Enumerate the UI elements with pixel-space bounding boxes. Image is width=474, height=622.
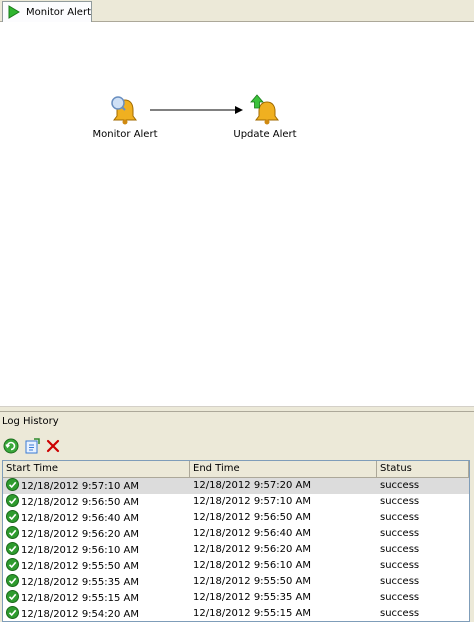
status-cell: success	[380, 544, 420, 555]
table-header: Start Time End Time Status	[3, 461, 469, 478]
table-row[interactable]: 12/18/2012 9:56:40 AM 12/18/2012 9:56:50 …	[3, 510, 469, 526]
workflow-node-monitor-alert[interactable]: Monitor Alert	[85, 94, 165, 140]
log-history-panel: Log History Start Time End Time Status 1…	[0, 412, 474, 622]
end-time-cell: 12/18/2012 9:57:20 AM	[193, 480, 312, 491]
workflow-canvas: Monitor Alert Update Alert	[0, 22, 474, 406]
success-check-icon	[6, 590, 19, 603]
end-time-cell: 12/18/2012 9:55:15 AM	[193, 608, 312, 619]
tab-monitor-alert[interactable]: Monitor Alert	[2, 1, 92, 22]
table-row[interactable]: 12/18/2012 9:56:10 AM 12/18/2012 9:56:20 …	[3, 542, 469, 558]
node-label: Update Alert	[233, 129, 297, 140]
bell-up-arrow-icon	[250, 94, 279, 125]
delete-button[interactable]	[44, 437, 62, 455]
start-time-text: 12/18/2012 9:56:50 AM	[21, 497, 140, 508]
end-time-cell: 12/18/2012 9:56:50 AM	[193, 512, 312, 523]
start-time-cell: 12/18/2012 9:55:50 AM	[3, 558, 190, 574]
tab-strip: Monitor Alert	[0, 0, 474, 22]
start-time-text: 12/18/2012 9:56:10 AM	[21, 545, 140, 556]
status-cell: success	[380, 608, 420, 619]
success-check-icon	[6, 542, 19, 555]
start-time-cell: 12/18/2012 9:55:35 AM	[3, 574, 190, 590]
start-time-text: 12/18/2012 9:55:50 AM	[21, 561, 140, 572]
start-time-cell: 12/18/2012 9:56:20 AM	[3, 526, 190, 542]
bell-magnifier-icon	[111, 96, 137, 125]
end-time-cell: 12/18/2012 9:56:10 AM	[193, 560, 312, 571]
status-cell: success	[380, 480, 420, 491]
column-header-start-time[interactable]: Start Time	[3, 461, 190, 477]
status-cell: success	[380, 560, 420, 571]
column-header-status[interactable]: Status	[377, 461, 469, 477]
table-row[interactable]: 12/18/2012 9:55:50 AM 12/18/2012 9:56:10 …	[3, 558, 469, 574]
success-check-icon	[6, 606, 19, 619]
start-time-text: 12/18/2012 9:55:35 AM	[21, 577, 140, 588]
export-button[interactable]	[23, 437, 41, 455]
refresh-icon	[3, 438, 19, 454]
log-history-title: Log History	[2, 416, 59, 427]
table-row[interactable]: 12/18/2012 9:56:50 AM 12/18/2012 9:57:10 …	[3, 494, 469, 510]
start-time-text: 12/18/2012 9:56:40 AM	[21, 513, 140, 524]
refresh-button[interactable]	[2, 437, 20, 455]
success-check-icon	[6, 574, 19, 587]
start-time-cell: 12/18/2012 9:56:10 AM	[3, 542, 190, 558]
log-toolbar	[2, 436, 62, 456]
status-cell: success	[380, 512, 420, 523]
start-time-text: 12/18/2012 9:57:10 AM	[21, 481, 140, 492]
start-time-text: 12/18/2012 9:55:15 AM	[21, 593, 140, 604]
table-row[interactable]: 12/18/2012 9:54:20 AM 12/18/2012 9:55:15 …	[3, 606, 469, 621]
end-time-cell: 12/18/2012 9:56:20 AM	[193, 544, 312, 555]
success-check-icon	[6, 558, 19, 571]
log-history-table: Start Time End Time Status 12/18/2012 9:…	[2, 460, 470, 622]
start-time-cell: 12/18/2012 9:54:20 AM	[3, 606, 190, 621]
delete-icon	[46, 439, 60, 453]
column-header-end-time[interactable]: End Time	[190, 461, 377, 477]
table-row[interactable]: 12/18/2012 9:55:15 AM 12/18/2012 9:55:35 …	[3, 590, 469, 606]
start-time-cell: 12/18/2012 9:56:40 AM	[3, 510, 190, 526]
success-check-icon	[6, 510, 19, 523]
end-time-cell: 12/18/2012 9:55:50 AM	[193, 576, 312, 587]
end-time-cell: 12/18/2012 9:57:10 AM	[193, 496, 312, 507]
play-arrow-icon	[8, 5, 21, 19]
status-cell: success	[380, 576, 420, 587]
end-time-cell: 12/18/2012 9:55:35 AM	[193, 592, 312, 603]
table-row[interactable]: 12/18/2012 9:56:20 AM 12/18/2012 9:56:40 …	[3, 526, 469, 542]
table-body: 12/18/2012 9:57:10 AM 12/18/2012 9:57:20 …	[3, 478, 469, 621]
start-time-text: 12/18/2012 9:56:20 AM	[21, 529, 140, 540]
table-row[interactable]: 12/18/2012 9:57:10 AM 12/18/2012 9:57:20 …	[3, 478, 469, 494]
status-cell: success	[380, 496, 420, 507]
start-time-cell: 12/18/2012 9:57:10 AM	[3, 478, 190, 494]
success-check-icon	[6, 478, 19, 491]
end-time-cell: 12/18/2012 9:56:40 AM	[193, 528, 312, 539]
workflow-connector	[150, 106, 243, 114]
success-check-icon	[6, 526, 19, 539]
workflow-node-update-alert[interactable]: Update Alert	[225, 94, 305, 140]
node-label: Monitor Alert	[92, 129, 158, 140]
status-cell: success	[380, 528, 420, 539]
tab-label: Monitor Alert	[26, 6, 91, 18]
table-row[interactable]: 12/18/2012 9:55:35 AM 12/18/2012 9:55:50 …	[3, 574, 469, 590]
start-time-cell: 12/18/2012 9:56:50 AM	[3, 494, 190, 510]
export-icon	[25, 438, 40, 454]
start-time-text: 12/18/2012 9:54:20 AM	[21, 609, 140, 620]
success-check-icon	[6, 494, 19, 507]
start-time-cell: 12/18/2012 9:55:15 AM	[3, 590, 190, 606]
status-cell: success	[380, 592, 420, 603]
